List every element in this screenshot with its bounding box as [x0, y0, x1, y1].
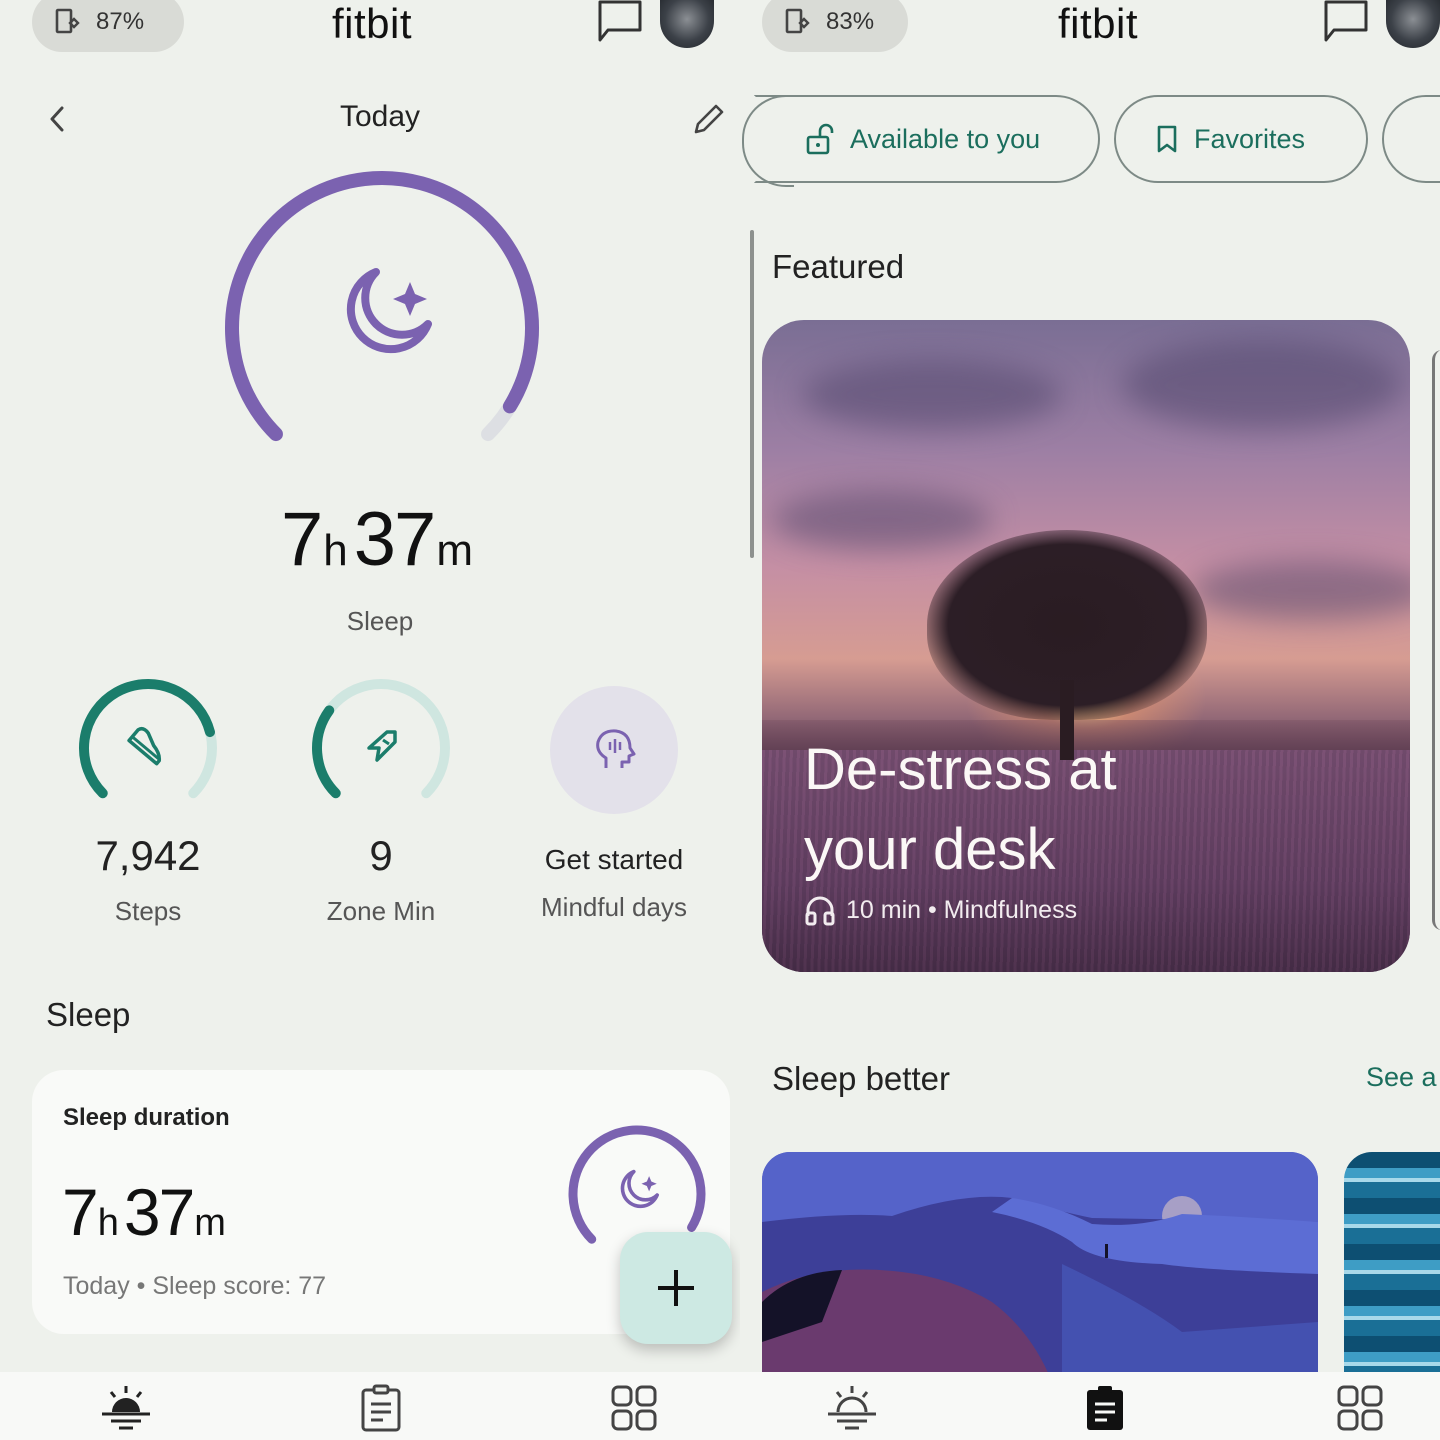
- next-sleep-card[interactable]: [1344, 1152, 1440, 1382]
- sleep-better-card[interactable]: [762, 1152, 1318, 1382]
- profile-avatar[interactable]: [1386, 0, 1440, 48]
- ring-progress: [225, 171, 539, 442]
- sleep-illustration: [762, 1152, 1318, 1382]
- sleep-label: Sleep: [346, 606, 414, 636]
- device-battery-pill[interactable]: 83%: [762, 0, 908, 52]
- nav-you[interactable]: [1330, 1382, 1390, 1434]
- moon-star-icon: [620, 1169, 660, 1209]
- zone-minutes-value: 9: [369, 832, 393, 879]
- mindful-days-label: Mindful days: [541, 892, 687, 922]
- page-title: Today: [339, 100, 421, 133]
- chat-bubble-icon[interactable]: [596, 0, 644, 44]
- pencil-icon[interactable]: [690, 100, 726, 138]
- minutes-unit: m: [436, 526, 473, 575]
- nav-today[interactable]: [96, 1382, 156, 1434]
- unlock-icon: [806, 123, 834, 155]
- mindful-circle: [550, 686, 678, 814]
- card-sleep-value: 7h37m: [62, 1174, 231, 1250]
- ring-progress: [568, 1125, 706, 1244]
- mindful-head-icon: [596, 729, 636, 768]
- add-button[interactable]: [620, 1232, 732, 1344]
- device-battery-icon: [785, 8, 810, 34]
- nav-discover[interactable]: [1075, 1382, 1135, 1434]
- zone-arrow-icon: [367, 730, 397, 762]
- headphones-icon: [805, 896, 835, 926]
- hours-unit: h: [97, 1202, 119, 1244]
- chat-bubble-icon[interactable]: [1322, 0, 1370, 44]
- cloud: [802, 360, 1062, 430]
- mindful-days-stat[interactable]: Get started Mindful days: [519, 676, 709, 923]
- chip-label: Available to you: [850, 123, 1041, 154]
- sunrise-icon: [102, 1386, 150, 1430]
- device-battery-pill[interactable]: 87%: [32, 0, 184, 52]
- nav-today[interactable]: [822, 1382, 882, 1434]
- chip-label: Favorites: [1194, 123, 1306, 154]
- scrollbar[interactable]: [750, 230, 754, 558]
- sleep-progress-ring[interactable]: [212, 168, 552, 488]
- steps-label: Steps: [114, 896, 182, 926]
- discover-screen: 83% fitbit Available to you Favorites Fe…: [740, 0, 1440, 1440]
- cloud: [1192, 560, 1410, 620]
- zone-minutes-stat[interactable]: 9 Zone Min: [286, 676, 476, 927]
- moon-star-icon: [346, 268, 432, 354]
- bottom-navigation: [0, 1372, 740, 1440]
- bookmark-icon: [1157, 125, 1177, 153]
- grid-icon: [611, 1385, 657, 1431]
- profile-avatar[interactable]: [660, 0, 714, 48]
- hours-value: 7: [281, 497, 323, 582]
- featured-card[interactable]: De-stress at your desk 10 min • Mindfuln…: [762, 320, 1410, 972]
- next-featured-card[interactable]: [1432, 350, 1440, 930]
- featured-card-meta: 10 min • Mindfulness: [804, 894, 1077, 926]
- minutes-value: 37: [353, 497, 437, 582]
- card-subtitle: Today • Sleep score: 77: [63, 1272, 327, 1300]
- bottom-navigation: [740, 1372, 1440, 1440]
- nav-discover[interactable]: [351, 1382, 411, 1434]
- ring-progress: [312, 705, 341, 799]
- sleep-duration-value: 7h37m: [0, 496, 740, 583]
- battery-percent: 87%: [96, 8, 145, 35]
- featured-meta-text: 10 min • Mindfulness: [846, 895, 1078, 924]
- chip-favorites[interactable]: Favorites: [1114, 95, 1368, 183]
- minutes-value: 37: [123, 1175, 195, 1249]
- shoe-icon: [127, 727, 162, 766]
- chip-more[interactable]: [1382, 95, 1440, 183]
- mindful-days-value: Get started: [544, 844, 684, 875]
- ring-progress: [79, 678, 215, 799]
- battery-percent: 83%: [826, 8, 875, 35]
- steps-stat[interactable]: 7,942 Steps: [53, 676, 243, 927]
- card-title: Sleep duration: [63, 1104, 230, 1131]
- clipboard-icon: [361, 1384, 401, 1432]
- chip-available-to-you[interactable]: Available to you: [742, 95, 1100, 187]
- plus-icon: [658, 1270, 694, 1306]
- hours-unit: h: [323, 526, 348, 575]
- zone-minutes-label: Zone Min: [326, 896, 436, 926]
- fitbit-logo: fitbit: [332, 0, 413, 47]
- steps-value: 7,942: [95, 832, 201, 879]
- nav-you[interactable]: [604, 1382, 664, 1434]
- grid-icon: [1337, 1385, 1383, 1431]
- today-screen: 87% fitbit Today 7h37m Sleep 7,942 Steps: [0, 0, 740, 1440]
- see-all-link[interactable]: See a: [1366, 1062, 1437, 1093]
- hours-value: 7: [62, 1175, 99, 1249]
- cloud: [772, 490, 992, 550]
- featured-card-title: De-stress at your desk: [804, 737, 1117, 882]
- minutes-unit: m: [194, 1202, 226, 1244]
- clipboard-icon: [1087, 1386, 1123, 1430]
- zone-minutes-ring: [312, 678, 450, 799]
- sunrise-icon: [828, 1386, 876, 1430]
- device-battery-icon: [55, 8, 80, 34]
- cloud: [1122, 340, 1402, 430]
- steps-ring: [79, 678, 217, 799]
- sleep-section-title: Sleep: [46, 996, 131, 1033]
- sleep-better-section-title: Sleep better: [772, 1060, 950, 1097]
- featured-section-title: Featured: [772, 248, 905, 285]
- fitbit-logo: fitbit: [1058, 0, 1139, 47]
